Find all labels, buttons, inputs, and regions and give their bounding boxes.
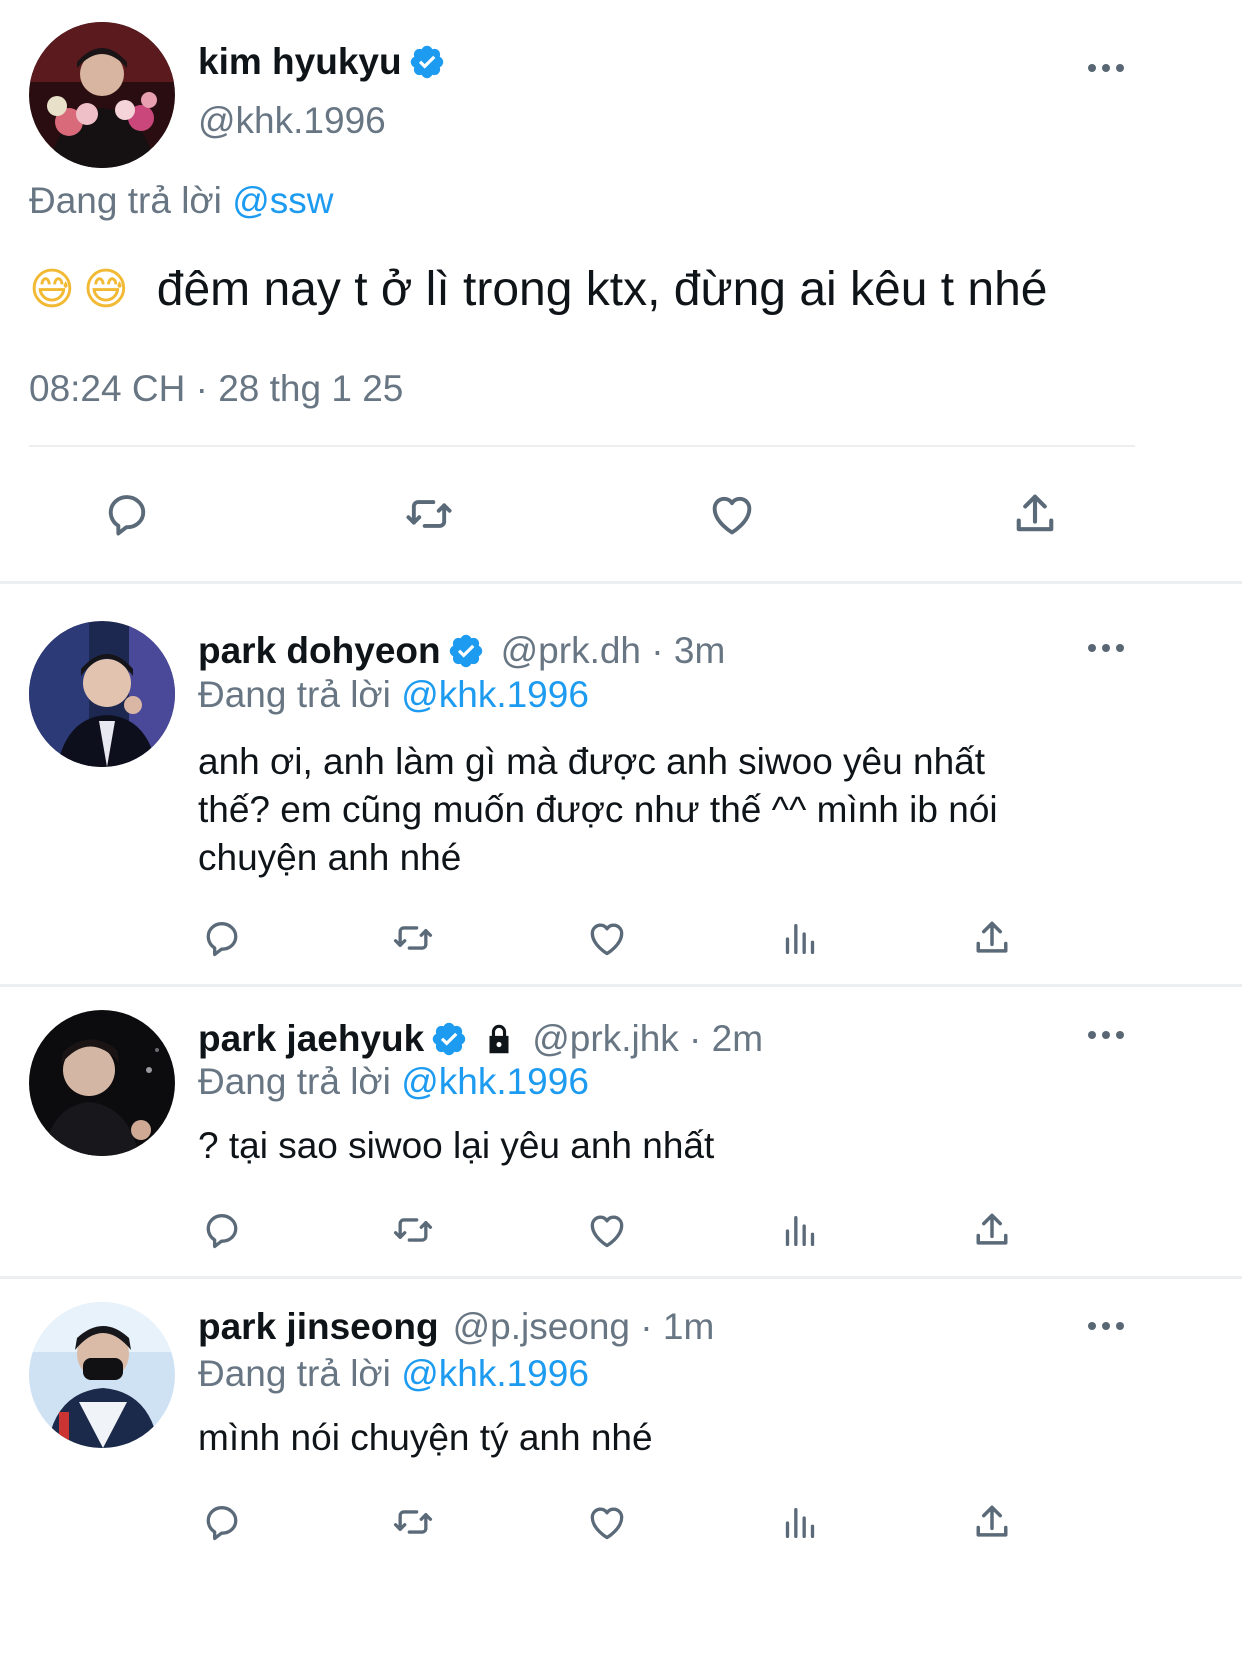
handle-and-time[interactable]: @prk.dh · 3m <box>501 630 726 672</box>
avatar[interactable] <box>29 1010 175 1156</box>
lock-icon <box>489 1024 509 1054</box>
reply-icon[interactable] <box>200 916 244 960</box>
analytics-icon[interactable] <box>780 1210 820 1252</box>
divider <box>0 984 1242 987</box>
replying-prefix: Đang trả lời <box>198 1353 391 1394</box>
share-icon[interactable] <box>970 1500 1014 1544</box>
replying-prefix: Đang trả lời <box>29 180 222 221</box>
reply-icon[interactable] <box>200 1500 244 1544</box>
replying-to-mention[interactable]: @khk.1996 <box>401 1061 589 1102</box>
tweet-text-line: anh ơi, anh làm gì mà được anh siwoo yêu… <box>198 741 986 782</box>
like-heart-icon[interactable] <box>585 1208 629 1252</box>
replying-to: Đang trả lời @ssw <box>29 180 333 222</box>
reply-icon[interactable] <box>101 488 153 540</box>
tweet-text-line: chuyện anh nhé <box>198 837 462 878</box>
like-heart-icon[interactable] <box>706 488 758 540</box>
analytics-icon[interactable] <box>780 918 820 960</box>
more-options-icon[interactable] <box>1088 644 1124 652</box>
like-heart-icon[interactable] <box>585 916 629 960</box>
more-options-icon[interactable] <box>1088 64 1124 72</box>
share-icon[interactable] <box>970 916 1014 960</box>
emoji-sweat-smile: 😅😅 <box>29 264 137 315</box>
replying-to: Đang trả lời @khk.1996 <box>198 1353 589 1395</box>
retweet-icon[interactable] <box>388 916 438 960</box>
more-options-icon[interactable] <box>1088 1322 1124 1330</box>
tweet-text: anh ơi, anh làm gì mà được anh siwoo yêu… <box>198 738 998 882</box>
more-options-icon[interactable] <box>1088 1031 1124 1039</box>
replying-to-mention[interactable]: @ssw <box>232 180 333 221</box>
tweet-text: đêm nay t ở lì trong ktx, đừng ai kêu t … <box>156 263 1048 316</box>
retweet-icon[interactable] <box>388 1208 438 1252</box>
tweet-text: ? tại sao siwoo lại yêu anh nhất <box>198 1125 715 1166</box>
retweet-icon[interactable] <box>388 1500 438 1544</box>
display-name[interactable]: park jaehyuk <box>198 1018 424 1060</box>
avatar[interactable] <box>29 621 175 767</box>
handle[interactable]: @khk.1996 <box>198 100 386 142</box>
divider <box>0 581 1242 584</box>
replying-to-mention[interactable]: @khk.1996 <box>401 674 589 715</box>
handle-and-time[interactable]: @prk.jhk · 2m <box>532 1018 763 1060</box>
display-name[interactable]: park jinseong <box>198 1306 439 1348</box>
avatar[interactable] <box>29 1302 175 1448</box>
tweet-text: mình nói chuyện tý anh nhé <box>198 1417 653 1458</box>
handle-and-time[interactable]: @p.jseong · 1m <box>453 1306 715 1348</box>
replying-to: Đang trả lời @khk.1996 <box>198 1061 589 1103</box>
replying-prefix: Đang trả lời <box>198 674 391 715</box>
divider <box>29 445 1135 447</box>
analytics-icon[interactable] <box>780 1502 820 1544</box>
divider <box>0 1276 1242 1279</box>
retweet-icon[interactable] <box>401 488 457 540</box>
reply-icon[interactable] <box>200 1208 244 1252</box>
tweet-text-line: thế? em cũng muốn được như thế ^^ mình i… <box>198 789 998 830</box>
share-icon[interactable] <box>1009 488 1061 540</box>
timestamp[interactable]: 08:24 CH · 28 thg 1 25 <box>29 368 403 410</box>
replying-to-mention[interactable]: @khk.1996 <box>401 1353 589 1394</box>
verified-badge-icon <box>449 634 482 668</box>
replying-prefix: Đang trả lời <box>198 1061 391 1102</box>
display-name[interactable]: park dohyeon <box>198 630 441 672</box>
verified-badge-icon <box>433 1022 466 1056</box>
share-icon[interactable] <box>970 1208 1014 1252</box>
avatar[interactable] <box>29 22 175 168</box>
like-heart-icon[interactable] <box>585 1500 629 1544</box>
verified-badge-icon <box>410 45 443 79</box>
display-name[interactable]: kim hyukyu <box>198 41 402 83</box>
replying-to: Đang trả lời @khk.1996 <box>198 674 589 716</box>
